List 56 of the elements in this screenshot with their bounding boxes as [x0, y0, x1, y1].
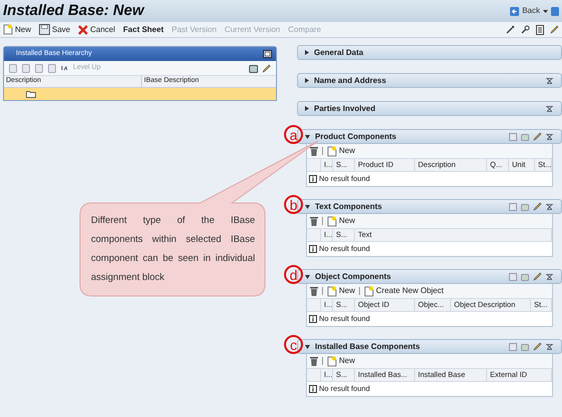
- marker-label: d: [284, 265, 303, 284]
- action-button[interactable]: New: [327, 355, 356, 367]
- section-header[interactable]: Text Components: [297, 199, 562, 214]
- expanded-icon: [305, 134, 310, 138]
- caret-icon: [543, 10, 548, 12]
- action-button[interactable]: New: [327, 145, 356, 157]
- info-icon: [309, 175, 317, 183]
- pencil-icon[interactable]: [533, 202, 542, 211]
- new-document-icon: [3, 24, 13, 35]
- collapsed-icon: [305, 78, 309, 83]
- expanded-icon: [305, 204, 310, 208]
- marker-label: c: [284, 335, 303, 354]
- pencil-icon[interactable]: [550, 25, 559, 34]
- document-icon[interactable]: [536, 24, 544, 34]
- toolbar-button[interactable]: Fact Sheet: [123, 24, 164, 36]
- collapsed-icon: [305, 106, 309, 111]
- toolbar-button[interactable]: New: [3, 24, 32, 36]
- cancel-icon: [78, 24, 88, 34]
- section-header[interactable]: Object Components: [297, 269, 562, 284]
- marker-label: b: [284, 195, 303, 214]
- info-icon: [309, 385, 317, 393]
- pencil-icon[interactable]: [533, 342, 542, 351]
- collapse-icon[interactable]: [546, 134, 553, 140]
- level-up-icon[interactable]: [61, 64, 68, 72]
- window-title: Installed Base: New: [3, 0, 144, 21]
- collapse-icon[interactable]: [546, 204, 553, 210]
- maximize-icon[interactable]: [263, 50, 272, 58]
- info-icon: [309, 315, 317, 323]
- section-header[interactable]: General Data: [297, 45, 562, 60]
- action-button[interactable]: New: [327, 285, 356, 297]
- expanded-icon: [305, 274, 310, 278]
- pencil-icon[interactable]: [533, 132, 542, 141]
- export-icon[interactable]: [249, 64, 258, 72]
- section-header[interactable]: Installed Base Components: [297, 339, 562, 354]
- callout-text: Different type of the IBase components within selected IBase component can be seen in individual assignment block: [91, 214, 255, 285]
- marker-label: a: [284, 125, 303, 144]
- action-button[interactable]: New: [327, 215, 356, 227]
- pencil-icon[interactable]: [262, 64, 271, 72]
- action-button[interactable]: Create New Object: [364, 285, 444, 297]
- toolbar-button[interactable]: Save: [39, 24, 70, 36]
- back-arrow-icon: [510, 6, 520, 16]
- save-icon: [39, 24, 50, 35]
- section-header[interactable]: Name and Address: [297, 73, 562, 88]
- expanded-icon: [305, 344, 310, 348]
- pencil-icon[interactable]: [533, 272, 542, 281]
- info-icon: [309, 245, 317, 253]
- back-button[interactable]: Back: [510, 5, 548, 17]
- collapse-icon[interactable]: [546, 78, 553, 84]
- section-header[interactable]: Product Components: [297, 129, 562, 144]
- collapse-icon[interactable]: [546, 344, 553, 350]
- collapse-icon[interactable]: [546, 274, 553, 280]
- collapsed-icon: [305, 50, 309, 55]
- section-header[interactable]: Parties Involved: [297, 101, 562, 116]
- folder-icon: [26, 90, 36, 98]
- collapse-icon[interactable]: [546, 106, 553, 112]
- toolbar-button[interactable]: Cancel: [78, 24, 116, 36]
